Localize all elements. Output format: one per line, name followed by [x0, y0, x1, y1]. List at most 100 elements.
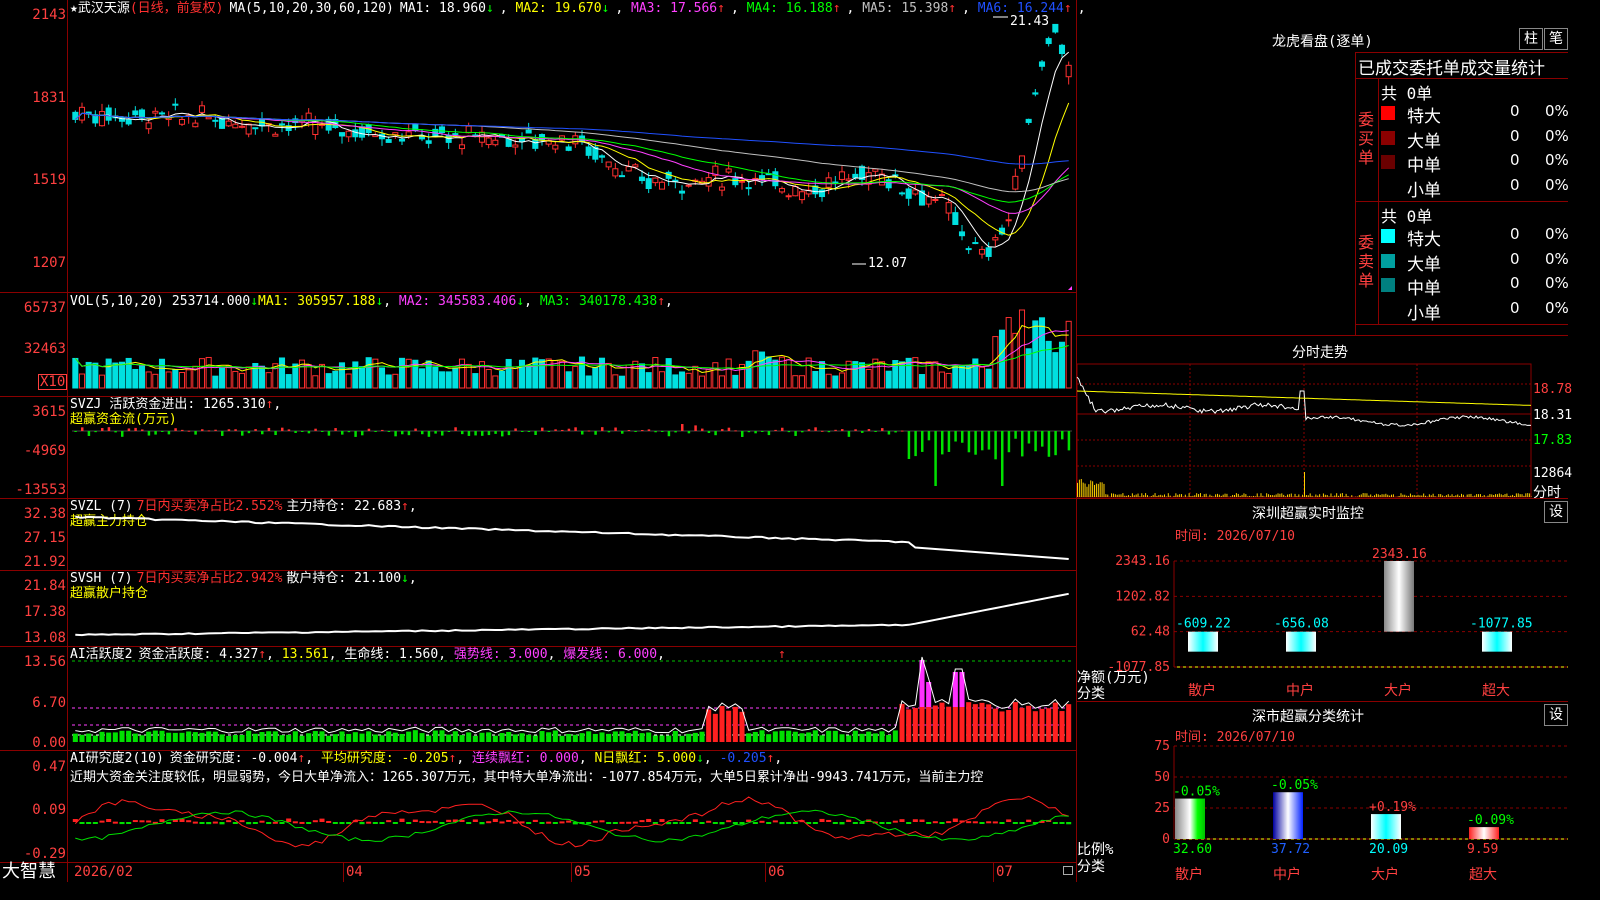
intraday-vol-bar: [1103, 483, 1105, 497]
flow-bar: [747, 431, 751, 433]
svzl-chart[interactable]: [0, 499, 1077, 570]
activity-bar: [786, 730, 792, 742]
intraday-vol-bar: [1256, 493, 1258, 497]
activity-bar: [966, 702, 972, 742]
flow-bar: [921, 431, 924, 452]
monitor-bar-label: -1077.85: [1470, 617, 1533, 632]
volume-bar: [772, 359, 779, 389]
volume-bar: [818, 361, 826, 389]
volume-bar: [1018, 309, 1026, 389]
volume-bar: [952, 364, 959, 389]
flow-bar: [901, 430, 904, 432]
ai-activity-chart[interactable]: ↑: [0, 647, 1077, 750]
volume-bar: [698, 375, 706, 389]
sell-row-p: 0%: [1545, 274, 1569, 292]
volume-bar: [705, 369, 712, 389]
flow-bar: [634, 431, 637, 432]
activity-bar: [486, 732, 492, 742]
stats-category: 中户: [1273, 866, 1301, 883]
intraday-vol-bar: [1512, 494, 1514, 497]
intraday-vol-bar: [1179, 494, 1181, 497]
low-price-label: 12.07: [868, 256, 908, 271]
flow-bar: [167, 431, 171, 435]
research-bar: [179, 818, 185, 822]
average-line: [75, 809, 1069, 843]
svzj-chart[interactable]: [0, 397, 1077, 498]
monitor-bar: [1188, 631, 1218, 652]
intraday-vol-bar: [1347, 495, 1349, 497]
stats-change-label: +0.19%: [1369, 800, 1416, 815]
flow-bar: [774, 429, 777, 431]
buy-row-n: 0: [1510, 151, 1520, 169]
monitor-bar: [1482, 631, 1512, 652]
activity-bar: [979, 702, 985, 742]
stats-value-label: 37.72: [1271, 842, 1310, 857]
activity-bar: [312, 731, 318, 742]
research-bar: [319, 818, 325, 822]
sell-row-n: 0: [1510, 298, 1520, 317]
research-bar: [492, 818, 498, 822]
buy-row-name: 大单: [1407, 131, 1441, 152]
kline-chart[interactable]: [0, 0, 1077, 292]
research-bar: [546, 821, 552, 824]
activity-bar: [792, 731, 798, 742]
stats-axis-label: 0: [1162, 832, 1170, 847]
intraday-vol-bar: [1268, 494, 1270, 497]
flow-bar: [1021, 431, 1024, 457]
volume-bar: [678, 371, 686, 389]
svzl-pane[interactable]: SVZL (7) 7日内买卖净占比2.552% 主力持仓: 22.683↑, 超赢主…: [0, 499, 1077, 570]
intraday-vol-bar: [1470, 493, 1472, 497]
volume-bar: [212, 375, 219, 389]
intraday-panel[interactable]: 分时走势 18.78 18.31 17.83 12864 分时: [1076, 336, 1572, 501]
activity-bar: [646, 732, 652, 742]
svsh-pane[interactable]: SVSH (7) 7日内买卖净占比2.942% 散户持仓: 21.100↓, 超赢散…: [0, 571, 1077, 646]
intraday-vol-bar: [1273, 495, 1275, 497]
intraday-vol-bar: [1243, 493, 1245, 497]
intraday-vol-bar: [1309, 493, 1311, 497]
intraday-chart[interactable]: [1076, 336, 1568, 498]
research-bar: [326, 820, 332, 823]
tick-mode-button[interactable]: 笔: [1544, 28, 1568, 50]
intraday-vol-bar: [1095, 483, 1097, 497]
ai-activity-pane[interactable]: AI活跃度2 资金活跃度: 4.327↑, 13.561, 生命线: 1.560,…: [0, 647, 1077, 751]
svzj-pane[interactable]: SVZJ 活跃资金进出: 1265.310↑, 超赢资金流(万元) 3615 -4…: [0, 397, 1077, 498]
flow-bar: [1067, 431, 1071, 451]
flow-bar: [201, 429, 204, 431]
research-bar: [879, 822, 885, 824]
activity-bar: [259, 732, 265, 742]
research-bar: [632, 821, 638, 824]
candle: [518, 138, 526, 143]
candle: [872, 168, 879, 172]
candle: [418, 136, 426, 140]
intraday-vol-bar: [1107, 494, 1109, 497]
research-bar: [779, 822, 785, 825]
flow-bar: [1041, 431, 1044, 447]
ai-research-chart[interactable]: [0, 751, 1077, 862]
activity-bar: [219, 734, 225, 742]
volume-bar: [1032, 320, 1039, 389]
intraday-vol-bar: [1525, 493, 1527, 497]
intraday-vol-bar: [1249, 495, 1251, 497]
research-bar: [912, 819, 918, 822]
intraday-vol-bar: [1527, 493, 1529, 497]
candle: [385, 139, 392, 143]
intraday-vol-bar: [1419, 495, 1421, 497]
research-bar: [766, 822, 772, 824]
bar-mode-button[interactable]: 柱: [1519, 28, 1543, 50]
flow-bar: [1047, 431, 1051, 457]
intraday-vol-bar: [1251, 496, 1253, 497]
volume-bar: [512, 366, 519, 389]
svsh-chart[interactable]: [0, 571, 1077, 646]
ai-research-pane[interactable]: AI研究度2(10) 资金研究度: -0.004↑, 平均研究度: -0.205↑…: [0, 751, 1077, 862]
volume-bar: [825, 373, 832, 389]
activity-bar: [1012, 702, 1018, 742]
research-bar: [166, 822, 172, 824]
kline-pane[interactable]: ★武汉天源(日线，前复权) MA(5,10,20,30,60,120) MA1: 1…: [0, 0, 1086, 292]
candle: [178, 118, 186, 125]
intraday-vol-bar: [1237, 493, 1239, 497]
activity-bar: [106, 732, 112, 742]
activity-bar: [739, 711, 745, 742]
volume-chart[interactable]: [0, 293, 1077, 396]
lock-icon[interactable]: [1063, 866, 1073, 875]
volume-pane[interactable]: VOL(5,10,20) 253714.000↓MA1: 305957.188↓,…: [0, 293, 1077, 396]
